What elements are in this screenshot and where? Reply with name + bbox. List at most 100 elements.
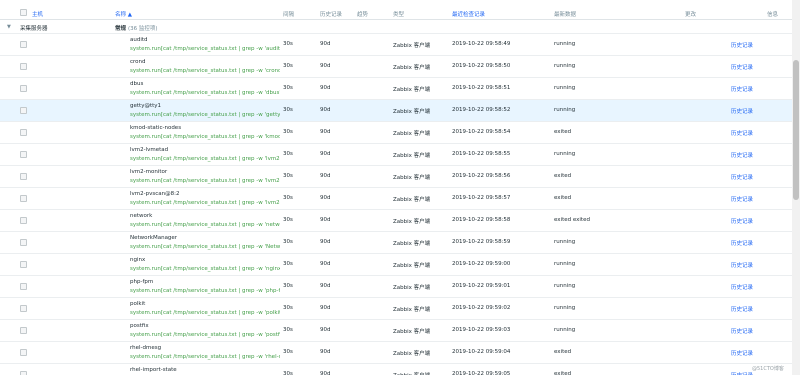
- application-group-row[interactable]: ▼ 采集服务器 常规 (36 监控项): [0, 20, 792, 34]
- table-row[interactable]: php-fpm system.run[cat /tmp/service_statu…: [0, 276, 792, 298]
- row-checkbox[interactable]: [20, 305, 27, 312]
- item-type: Zabbix 客户端: [393, 153, 431, 159]
- item-key: system.run[cat /tmp/service_status.txt |…: [130, 112, 280, 118]
- row-checkbox[interactable]: [20, 107, 27, 114]
- column-last-check[interactable]: 最近检查记录: [452, 10, 485, 18]
- history-link[interactable]: 历史记录: [731, 129, 753, 137]
- history-link[interactable]: 历史记录: [731, 195, 753, 203]
- table-row[interactable]: kmod-static-nodes system.run[cat /tmp/ser…: [0, 122, 792, 144]
- item-last-check: 2019-10-22 09:58:56: [452, 173, 511, 179]
- history-link[interactable]: 历史记录: [731, 107, 753, 115]
- column-name[interactable]: 名称 ▲: [115, 10, 132, 18]
- chevron-down-icon[interactable]: ▼: [7, 24, 11, 30]
- item-history: 90d: [320, 85, 331, 91]
- item-last-value: exited: [554, 349, 572, 355]
- item-name: NetworkManager: [130, 235, 178, 241]
- history-link[interactable]: 历史记录: [731, 217, 753, 225]
- row-checkbox[interactable]: [20, 283, 27, 290]
- table-row[interactable]: lvm2-lvmetad system.run[cat /tmp/service_…: [0, 144, 792, 166]
- item-interval: 30s: [283, 41, 293, 47]
- row-checkbox[interactable]: [20, 85, 27, 92]
- item-type: Zabbix 客户端: [393, 219, 431, 225]
- item-last-check: 2019-10-22 09:58:58: [452, 217, 511, 223]
- table-row[interactable]: polkit system.run[cat /tmp/service_status…: [0, 298, 792, 320]
- table-row[interactable]: auditd system.run[cat /tmp/service_status…: [0, 34, 792, 56]
- history-link[interactable]: 历史记录: [731, 85, 753, 93]
- row-checkbox[interactable]: [20, 217, 27, 224]
- history-link[interactable]: 历史记录: [731, 173, 753, 181]
- watermark: @51CTO博客: [752, 366, 784, 372]
- item-name: dbus: [130, 81, 144, 87]
- item-key: system.run[cat /tmp/service_status.txt |…: [130, 200, 280, 206]
- item-key: system.run[cat /tmp/service_status.txt |…: [130, 90, 280, 96]
- column-interval: 间隔: [283, 12, 295, 18]
- table-row[interactable]: crond system.run[cat /tmp/service_status.…: [0, 56, 792, 78]
- item-interval: 30s: [283, 151, 293, 157]
- row-checkbox[interactable]: [20, 261, 27, 268]
- history-link[interactable]: 历史记录: [731, 371, 753, 375]
- table-row[interactable]: getty@tty1 system.run[cat /tmp/service_st…: [0, 100, 792, 122]
- table-row[interactable]: rhel-import-state 30s 90d Zabbix 客户端 2019-10…: [0, 364, 792, 375]
- item-key: system.run[cat /tmp/service_status.txt |…: [130, 46, 280, 52]
- item-last-value: running: [554, 41, 576, 47]
- item-last-value: exited exited: [554, 217, 590, 223]
- row-checkbox[interactable]: [20, 195, 27, 202]
- item-interval: 30s: [283, 305, 293, 311]
- item-last-check: 2019-10-22 09:58:54: [452, 129, 511, 135]
- item-name: network: [130, 213, 153, 219]
- item-interval: 30s: [283, 195, 293, 201]
- table-header: 主机 名称 ▲ 间隔 历史记录 趋势 类型 最近检查记录 最新数据 更改 信息: [0, 6, 792, 20]
- item-last-value: running: [554, 283, 576, 289]
- history-link[interactable]: 历史记录: [731, 327, 753, 335]
- item-interval: 30s: [283, 173, 293, 179]
- history-link[interactable]: 历史记录: [731, 239, 753, 247]
- item-interval: 30s: [283, 261, 293, 267]
- scrollbar-thumb[interactable]: [793, 60, 799, 200]
- item-name: rhel-import-state: [130, 367, 177, 373]
- table-row[interactable]: lvm2-pvscan@8:2 system.run[cat /tmp/servi…: [0, 188, 792, 210]
- history-link[interactable]: 历史记录: [731, 305, 753, 313]
- item-history: 90d: [320, 239, 331, 245]
- item-last-value: running: [554, 63, 576, 69]
- column-host[interactable]: 主机: [32, 10, 43, 18]
- row-checkbox[interactable]: [20, 239, 27, 246]
- item-last-check: 2019-10-22 09:58:51: [452, 85, 511, 91]
- item-interval: 30s: [283, 85, 293, 91]
- table-row[interactable]: lvm2-monitor system.run[cat /tmp/service_…: [0, 166, 792, 188]
- row-checkbox[interactable]: [20, 41, 27, 48]
- item-last-value: running: [554, 151, 576, 157]
- history-link[interactable]: 历史记录: [731, 349, 753, 357]
- item-name: lvm2-pvscan@8:2: [130, 191, 180, 197]
- item-last-value: exited: [554, 129, 572, 135]
- item-type: Zabbix 客户端: [393, 87, 431, 93]
- history-link[interactable]: 历史记录: [731, 41, 753, 49]
- item-history: 90d: [320, 195, 331, 201]
- select-all-checkbox[interactable]: [20, 9, 27, 16]
- item-interval: 30s: [283, 283, 293, 289]
- table-row[interactable]: rhel-dmesg system.run[cat /tmp/service_st…: [0, 342, 792, 364]
- row-checkbox[interactable]: [20, 173, 27, 180]
- item-last-value: exited: [554, 371, 572, 375]
- row-checkbox[interactable]: [20, 151, 27, 158]
- table-row[interactable]: postfix system.run[cat /tmp/service_statu…: [0, 320, 792, 342]
- row-checkbox[interactable]: [20, 349, 27, 356]
- history-link[interactable]: 历史记录: [731, 283, 753, 291]
- item-key: system.run[cat /tmp/service_status.txt |…: [130, 68, 280, 74]
- item-history: 90d: [320, 371, 331, 375]
- table-row[interactable]: dbus system.run[cat /tmp/service_status.t…: [0, 78, 792, 100]
- history-link[interactable]: 历史记录: [731, 151, 753, 159]
- item-last-check: 2019-10-22 09:58:52: [452, 107, 511, 113]
- history-link[interactable]: 历史记录: [731, 63, 753, 71]
- item-interval: 30s: [283, 63, 293, 69]
- table-row[interactable]: network system.run[cat /tmp/service_statu…: [0, 210, 792, 232]
- table-row[interactable]: NetworkManager system.run[cat /tmp/servic…: [0, 232, 792, 254]
- item-last-value: exited: [554, 195, 572, 201]
- row-checkbox[interactable]: [20, 129, 27, 136]
- row-checkbox[interactable]: [20, 371, 27, 375]
- table-row[interactable]: nginx system.run[cat /tmp/service_status.…: [0, 254, 792, 276]
- history-link[interactable]: 历史记录: [731, 261, 753, 269]
- column-type: 类型: [393, 12, 405, 18]
- item-key: system.run[cat /tmp/service_status.txt |…: [130, 266, 280, 272]
- row-checkbox[interactable]: [20, 327, 27, 334]
- row-checkbox[interactable]: [20, 63, 27, 70]
